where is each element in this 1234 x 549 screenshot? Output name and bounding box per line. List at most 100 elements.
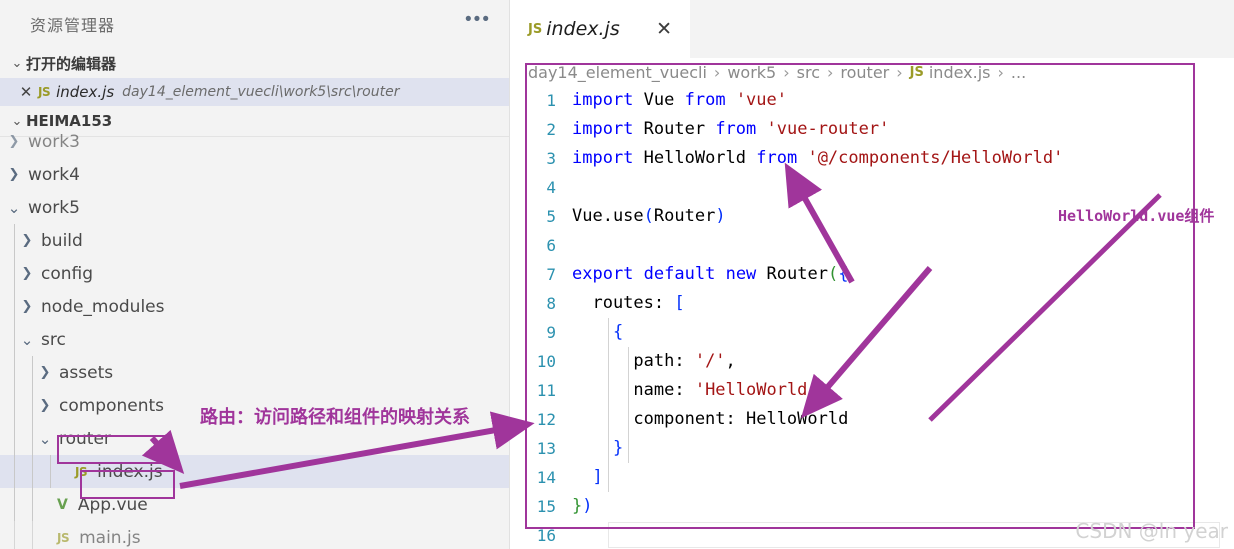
chevron-down-icon[interactable]: ⌄	[4, 199, 24, 217]
line-number: 13	[510, 434, 572, 463]
code-line[interactable]: 6	[510, 231, 1234, 260]
chevron-down-icon[interactable]: ⌄	[35, 430, 55, 448]
js-file-icon: JS	[910, 65, 924, 80]
tree-item-router[interactable]: ⌄router	[0, 422, 509, 455]
code-line[interactable]: 5Vue.use(Router)	[510, 202, 1234, 231]
code-token: Router	[654, 206, 715, 226]
chevron-right-icon[interactable]: ❯	[17, 299, 37, 314]
code-text: Vue.use(Router)	[572, 202, 726, 231]
chevron-right-icon[interactable]: ❯	[35, 398, 55, 413]
vue-file-icon: V	[57, 497, 68, 513]
code-token: import	[572, 119, 633, 139]
code-token	[572, 438, 613, 458]
code-text: ]	[572, 463, 603, 492]
tree-item-work3[interactable]: ❯work3	[0, 125, 509, 158]
code-token	[633, 264, 643, 284]
breadcrumb-separator-icon: ›	[827, 63, 833, 82]
tree-item-assets[interactable]: ❯ assets	[0, 356, 509, 389]
code-text: }	[572, 434, 623, 463]
code-token: '@/components/HelloWorld'	[807, 148, 1063, 168]
code-token	[797, 148, 807, 168]
tree-item-components[interactable]: ❯ components	[0, 389, 509, 422]
js-file-icon: JS	[57, 531, 69, 545]
indent-guide	[14, 422, 15, 455]
line-number: 4	[510, 173, 572, 202]
code-token: Vue.use	[572, 206, 644, 226]
indent-guide	[14, 257, 15, 290]
tree-item-label: index.js	[97, 462, 163, 482]
explorer-header: 资源管理器 •••	[0, 0, 509, 48]
code-token	[572, 467, 592, 487]
chevron-right-icon[interactable]: ❯	[4, 134, 24, 149]
breadcrumb-part[interactable]: work5	[727, 63, 776, 82]
chevron-right-icon[interactable]: ❯	[35, 365, 55, 380]
tree-item-label: work4	[28, 165, 80, 185]
code-token: from	[715, 119, 756, 139]
code-line[interactable]: 1import Vue from 'vue'	[510, 86, 1234, 115]
code-indent-guide	[608, 318, 609, 492]
code-line[interactable]: 9 {	[510, 318, 1234, 347]
code-line[interactable]: 4	[510, 173, 1234, 202]
close-icon[interactable]: ✕	[14, 83, 38, 101]
line-number: 15	[510, 492, 572, 521]
tree-item-label: assets	[59, 363, 113, 383]
chevron-right-icon[interactable]: ❯	[17, 233, 37, 248]
breadcrumb-part[interactable]: day14_element_vuecli	[528, 63, 707, 82]
indent-guide	[32, 356, 33, 389]
chevron-down-icon[interactable]: ⌄	[17, 331, 37, 349]
tree-item-label: components	[59, 396, 164, 416]
tree-item-src[interactable]: ⌄src	[0, 323, 509, 356]
breadcrumb-overflow[interactable]: ...	[1011, 63, 1026, 82]
code-line[interactable]: 8 routes: [	[510, 289, 1234, 318]
tree-item-label: build	[41, 231, 83, 251]
chevron-right-icon[interactable]: ❯	[17, 266, 37, 281]
code-token: (	[644, 206, 654, 226]
ellipsis-icon[interactable]: •••	[465, 15, 491, 33]
tree-item-config[interactable]: ❯config	[0, 257, 509, 290]
code-token: default	[644, 264, 716, 284]
code-text: export default new Router({	[572, 260, 848, 289]
code-line[interactable]: 11 name: 'HelloWorld',	[510, 376, 1234, 405]
code-token: 'vue-router'	[767, 119, 890, 139]
code-token	[756, 119, 766, 139]
section-open-editors[interactable]: ⌄ 打开的编辑器	[0, 48, 509, 78]
code-line[interactable]: 2import Router from 'vue-router'	[510, 115, 1234, 144]
tree-item-node-modules[interactable]: ❯node_modules	[0, 290, 509, 323]
tree-item-main-js[interactable]: JSmain.js	[0, 521, 509, 549]
indent-guide	[14, 224, 15, 257]
line-number: 1	[510, 86, 572, 115]
code-token: HelloWorld	[633, 148, 756, 168]
code-line[interactable]: 3import HelloWorld from '@/components/He…	[510, 144, 1234, 173]
tree-item-work4[interactable]: ❯ work4	[0, 158, 509, 191]
indent-guide	[32, 521, 33, 549]
tree-item-build[interactable]: ❯ build	[0, 224, 509, 257]
code-token: )	[582, 496, 592, 516]
code-token: 'HelloWorld'	[695, 380, 818, 400]
code-line[interactable]: 15})	[510, 492, 1234, 521]
code-line[interactable]: 13 }	[510, 434, 1234, 463]
breadcrumb-part[interactable]: router	[840, 63, 889, 82]
tree-item-index-js[interactable]: JSindex.js	[0, 455, 509, 488]
code-text: name: 'HelloWorld',	[572, 376, 828, 405]
tree-item-app-vue[interactable]: VApp.vue	[0, 488, 509, 521]
js-file-icon: JS	[38, 85, 50, 99]
code-text: import Router from 'vue-router'	[572, 115, 889, 144]
breadcrumb-file[interactable]: index.js	[929, 63, 991, 82]
code-token: }	[572, 496, 582, 516]
breadcrumb: day14_element_vuecli›work5›src›router›JS…	[510, 58, 1234, 86]
code-text: routes: [	[572, 289, 685, 318]
close-icon[interactable]: ✕	[656, 18, 672, 41]
code-line[interactable]: 7export default new Router({	[510, 260, 1234, 289]
code-line[interactable]: 16	[510, 521, 1234, 549]
indent-guide	[32, 455, 33, 488]
code-line[interactable]: 12 component: HelloWorld	[510, 405, 1234, 434]
breadcrumb-part[interactable]: src	[797, 63, 820, 82]
tab-index-js[interactable]: JS index.js ✕	[510, 0, 690, 58]
chevron-right-icon[interactable]: ❯	[4, 167, 24, 182]
code-editor[interactable]: 1import Vue from 'vue'2import Router fro…	[510, 86, 1234, 549]
code-line[interactable]: 14 ]	[510, 463, 1234, 492]
indent-guide	[14, 389, 15, 422]
open-editor-item-index-js[interactable]: ✕ JS index.js day14_element_vuecli\work5…	[0, 78, 509, 106]
code-line[interactable]: 10 path: '/',	[510, 347, 1234, 376]
tree-item-work5[interactable]: ⌄work5	[0, 191, 509, 224]
